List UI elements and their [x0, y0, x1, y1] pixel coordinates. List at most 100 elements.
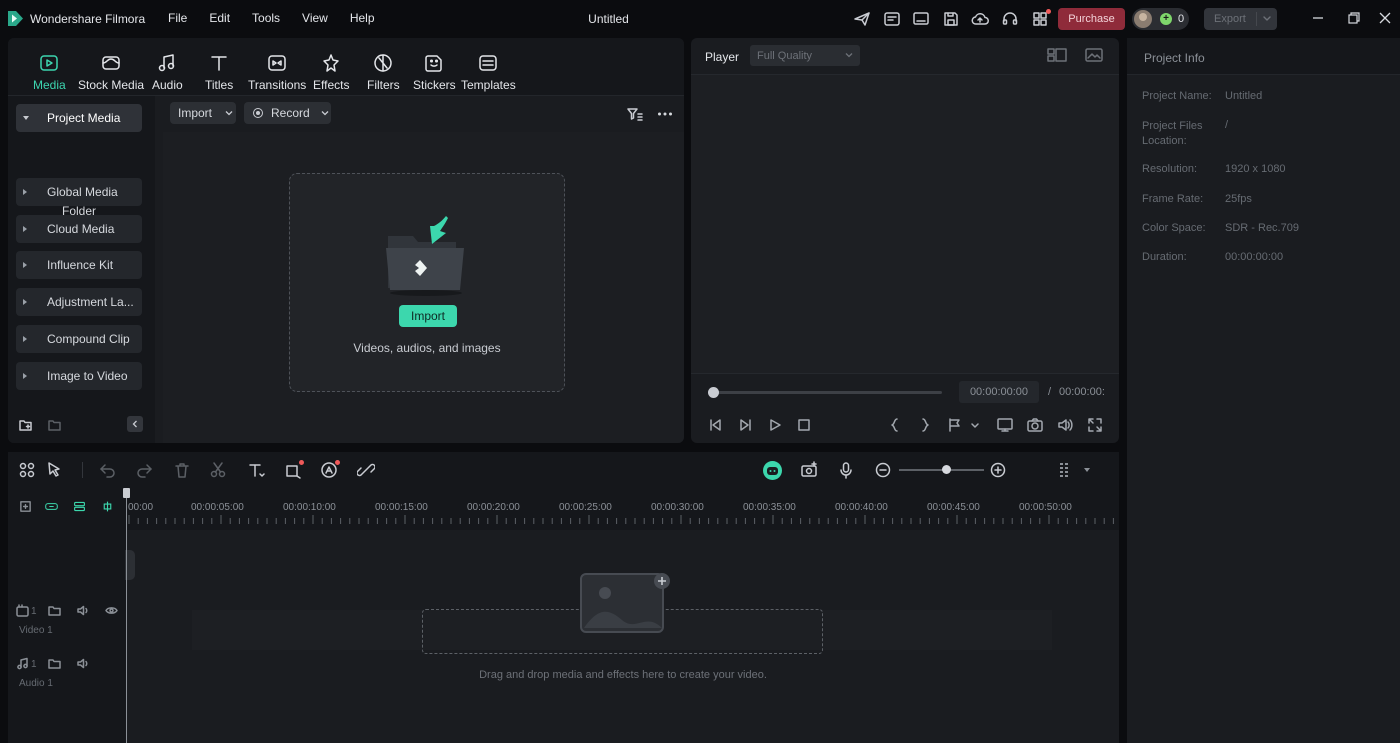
apps-grid-icon[interactable]: [1031, 9, 1051, 28]
sidebar-item-image-to-video[interactable]: Image to Video: [16, 362, 142, 390]
zoom-slider-handle[interactable]: [941, 465, 951, 474]
tab-label: Titles: [205, 78, 234, 92]
toolbar-divider: [82, 462, 83, 478]
tab-titles[interactable]: Titles: [205, 52, 233, 92]
track-height-icon[interactable]: [1056, 461, 1074, 479]
undo-icon[interactable]: [99, 461, 117, 479]
play-icon[interactable]: [767, 417, 783, 433]
quality-value: Full Quality: [757, 49, 813, 62]
notification-dot: [299, 460, 304, 465]
ruler-label: 00:00:10:00: [283, 502, 336, 513]
crop-icon[interactable]: [284, 460, 304, 479]
more-options-icon[interactable]: [656, 105, 674, 123]
sidebar-item-influence-kit[interactable]: Influence Kit: [16, 251, 142, 279]
volume-icon[interactable]: [1057, 417, 1073, 433]
purchase-button[interactable]: Purchase: [1058, 8, 1125, 30]
tab-filters[interactable]: Filters: [367, 52, 400, 92]
tab-effects[interactable]: Effects: [313, 52, 349, 92]
restore-icon[interactable]: [1347, 11, 1361, 25]
marker-icon[interactable]: [947, 417, 963, 433]
screen-icon[interactable]: [912, 10, 930, 28]
record-dropdown[interactable]: Record: [244, 102, 331, 124]
camera-add-icon[interactable]: [800, 461, 818, 479]
mark-in-icon[interactable]: [887, 417, 903, 433]
previous-frame-icon[interactable]: [707, 417, 723, 433]
credits-plus-icon: +: [1160, 13, 1172, 25]
text-tool-icon[interactable]: [247, 461, 265, 479]
layout-icon[interactable]: [1047, 47, 1067, 63]
magnet-snap-icon[interactable]: [73, 500, 89, 514]
tab-audio[interactable]: Audio: [152, 52, 183, 92]
title-bar: Wondershare Filmora File Edit Tools View…: [0, 0, 1400, 37]
ai-tool-icon[interactable]: [320, 460, 340, 479]
link-toggle-icon[interactable]: [45, 500, 63, 514]
sidebar-item-adjustment-layer[interactable]: Adjustment La...: [16, 288, 142, 316]
track-header-column: 1 Video 1 1 Audio 1: [8, 488, 127, 743]
import-media-button[interactable]: Import: [399, 305, 457, 327]
project-template-icon[interactable]: [883, 10, 901, 28]
headset-support-icon[interactable]: [1001, 10, 1019, 28]
playback-scrubber[interactable]: [708, 387, 942, 398]
tab-stock-media[interactable]: Stock Media: [78, 52, 144, 92]
chevron-down-icon[interactable]: [1261, 12, 1273, 26]
playhead-handle[interactable]: [123, 488, 130, 498]
tab-stickers[interactable]: Stickers: [413, 52, 456, 92]
export-button[interactable]: Export: [1204, 8, 1277, 30]
close-icon[interactable]: [1378, 11, 1392, 25]
save-icon[interactable]: [942, 10, 960, 28]
select-tool-icon[interactable]: [46, 461, 64, 479]
unlink-icon[interactable]: [357, 461, 375, 479]
timeline-toolbar: [8, 452, 1119, 488]
filters-icon: [372, 52, 394, 74]
ruler-label: 00:00:40:00: [835, 502, 888, 513]
tab-transitions[interactable]: Transitions: [248, 52, 306, 92]
snapshot-view-icon[interactable]: [1085, 47, 1103, 63]
avatar[interactable]: [1134, 10, 1152, 28]
zoom-in-icon[interactable]: [989, 461, 1007, 479]
ai-assistant-icon[interactable]: [763, 461, 782, 480]
current-time[interactable]: 00:00:00:00: [959, 381, 1039, 403]
chevron-down-icon[interactable]: [967, 417, 979, 433]
display-icon[interactable]: [997, 417, 1013, 433]
sidebar-item-global-media[interactable]: Global Media: [16, 178, 142, 206]
zoom-out-icon[interactable]: [874, 461, 892, 479]
mark-out-icon[interactable]: [917, 417, 933, 433]
collapse-sidebar-button[interactable]: [127, 416, 143, 432]
stop-icon[interactable]: [796, 417, 812, 433]
sidebar-item-compound-clip[interactable]: Compound Clip: [16, 325, 142, 353]
delete-icon[interactable]: [173, 461, 191, 479]
ruler-label: 00:00:15:00: [375, 502, 428, 513]
account-profile[interactable]: + 0: [1132, 8, 1189, 30]
timeline-ruler[interactable]: 00:00 00:00:05:00 00:00:10:00 00:00:15:0…: [127, 488, 1119, 530]
media-drop-zone[interactable]: Import Videos, audios, and images: [289, 173, 565, 392]
marker-snap-icon[interactable]: [101, 500, 117, 514]
scrubber-handle[interactable]: [708, 387, 719, 398]
redo-icon[interactable]: [135, 461, 153, 479]
info-value-files-location: /: [1225, 119, 1229, 131]
microphone-icon[interactable]: [837, 461, 855, 479]
new-folder-icon[interactable]: [18, 417, 34, 433]
scissors-icon[interactable]: [209, 461, 227, 479]
next-frame-icon[interactable]: [738, 417, 754, 433]
speaker-icon[interactable]: [77, 604, 90, 617]
import-dropdown[interactable]: Import: [170, 102, 236, 124]
send-feedback-icon[interactable]: [853, 10, 871, 28]
quality-select[interactable]: Full Quality: [750, 45, 860, 66]
fullscreen-icon[interactable]: [1087, 417, 1103, 433]
caret-down-icon[interactable]: [1083, 467, 1091, 473]
layout-grid-icon[interactable]: [18, 461, 36, 479]
camera-snapshot-icon[interactable]: [1027, 417, 1043, 433]
cloud-upload-icon[interactable]: [971, 10, 989, 28]
info-value-resolution: 1920 x 1080: [1225, 163, 1286, 175]
folder-icon[interactable]: [47, 417, 63, 433]
tab-label: Filters: [367, 78, 400, 92]
sidebar-item-cloud-media[interactable]: Cloud Media: [16, 215, 142, 243]
folder-icon[interactable]: [48, 604, 61, 617]
filter-sort-icon[interactable]: [626, 105, 644, 123]
tab-templates[interactable]: Templates: [461, 52, 516, 92]
sidebar-item-project-media[interactable]: Project Media: [16, 104, 142, 132]
add-track-icon[interactable]: [19, 500, 33, 514]
tab-media[interactable]: Media: [33, 52, 66, 92]
eye-icon[interactable]: [105, 604, 118, 617]
minimize-icon[interactable]: [1311, 11, 1325, 25]
